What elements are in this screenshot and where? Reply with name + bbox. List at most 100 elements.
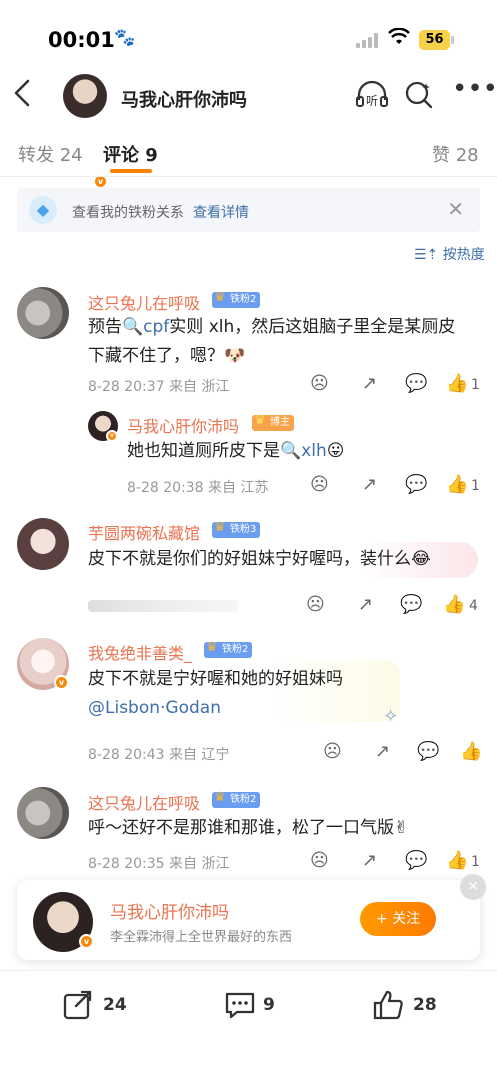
reply-icon[interactable]: 💬	[405, 474, 427, 495]
comment-text: 皮下不就是你们的好姐妹宁好喔吗，装什么😂	[88, 549, 431, 569]
svg-text:听: 听	[366, 94, 378, 108]
share-icon[interactable]: ↗	[362, 850, 377, 871]
author-avatar[interactable]	[63, 74, 107, 118]
commenter-name[interactable]: 我兔绝非善类_	[88, 640, 192, 664]
comment-text: 皮下不就是宁好喔和她的好姐妹吗 @Lisbon·Godan	[88, 665, 343, 723]
like-icon[interactable]: 👍	[446, 850, 468, 871]
bottom-action-bar: 24 9 28	[0, 970, 497, 1080]
dislike-icon[interactable]: ☹	[306, 594, 325, 615]
dislike-icon[interactable]: ☹	[310, 373, 329, 394]
battery-tip	[451, 36, 454, 44]
comment-text: 预告🔍cpf实则 xlh，然后这姐脑子里全是某厕皮下藏不住了，嗯？🐶	[88, 313, 483, 371]
like-icon[interactable]: 👍	[446, 474, 468, 495]
back-arrow-icon[interactable]	[12, 78, 34, 116]
verified-badge-icon: v	[79, 934, 94, 949]
active-tab-indicator	[110, 169, 152, 173]
reply-icon[interactable]: 💬	[405, 850, 427, 871]
verified-badge-icon: v	[54, 675, 69, 690]
search-keyword-link[interactable]: 🔍cpf	[122, 317, 169, 337]
reply-author-name[interactable]: 马我心肝你沛吗	[127, 413, 239, 437]
close-icon[interactable]: ✕	[447, 197, 464, 221]
comment-text-part: 下藏不住了，嗯？🐶	[88, 346, 246, 366]
signal-icon	[356, 32, 382, 48]
keyword: xlh	[301, 441, 327, 461]
reply-icon[interactable]: 💬	[405, 373, 427, 394]
fan-banner-text: 查看我的铁粉关系	[72, 205, 184, 221]
sort-icon: ☰⇡	[414, 247, 443, 263]
comment-count: 9	[263, 995, 275, 1015]
diamond-icon: ◆	[29, 196, 57, 224]
comment-meta: 8-28 20:43 来自 辽宁	[88, 747, 230, 763]
tab-comment[interactable]: 评论 9	[103, 141, 158, 167]
comment-icon[interactable]	[223, 989, 257, 1028]
commenter-avatar[interactable]	[17, 787, 69, 839]
mention-link[interactable]: @Lisbon·Godan	[88, 698, 221, 718]
fan-detail-link[interactable]: 查看详情	[193, 202, 249, 222]
repost-count: 24	[103, 995, 127, 1015]
fan-level-badge: 铁粉2	[212, 790, 261, 808]
nav-bar: v 马我心肝你沛吗 听 •••	[0, 70, 497, 189]
host-badge: 博主	[252, 413, 294, 431]
page-title: 马我心肝你沛吗	[121, 90, 247, 111]
commenter-name[interactable]: 这只兔儿在呼吸	[88, 290, 200, 314]
tab-repost[interactable]: 转发 24	[18, 141, 83, 167]
reply-icon[interactable]: 💬	[400, 594, 422, 615]
commenter-avatar[interactable]	[17, 518, 69, 570]
search-keyword-link[interactable]: 🔍xlh	[280, 441, 327, 461]
like-icon[interactable]	[372, 989, 404, 1028]
repost-icon[interactable]	[62, 989, 94, 1028]
fan-level-badge: 铁粉3	[212, 520, 261, 538]
follow-author-desc: 李全霖沛得上全世界最好的东西	[110, 930, 293, 945]
dislike-icon[interactable]: ☹	[310, 850, 329, 871]
commenter-name[interactable]: 芋圆两碗私藏馆	[88, 520, 200, 544]
battery-indicator: 56	[419, 30, 450, 50]
dislike-icon[interactable]: ☹	[310, 474, 329, 495]
more-icon[interactable]: •••	[452, 74, 497, 104]
like-count: 1	[471, 478, 480, 494]
follow-button[interactable]: + 关注	[360, 902, 436, 936]
sort-by-hot-button[interactable]: ☰⇡ 按热度	[414, 244, 485, 264]
wifi-icon	[388, 27, 410, 51]
verified-badge-icon: v	[106, 430, 118, 442]
like-count: 4	[469, 598, 478, 614]
fan-relation-banner[interactable]: ◆ 查看我的铁粉关系 查看详情 ✕	[17, 188, 480, 232]
status-time: 00:01	[48, 28, 115, 52]
comment-meta: 8-28 20:37 来自 浙江	[88, 379, 230, 395]
like-count: 1	[471, 377, 480, 393]
like-count: 1	[471, 854, 480, 870]
comment-text-part: 皮下不就是宁好喔和她的好姐妹吗	[88, 669, 343, 689]
search-icon[interactable]	[404, 80, 434, 116]
comment-meta: 8-28 20:35 来自 浙江	[88, 856, 230, 872]
commenter-avatar[interactable]	[17, 287, 69, 339]
sparkle-icon: ✧	[383, 706, 399, 727]
emoji: 😛	[326, 441, 345, 461]
fan-level-badge: 铁粉2	[204, 640, 253, 658]
follow-author-name[interactable]: 马我心肝你沛吗	[110, 898, 229, 923]
status-bar: 00:01 🐾 56	[0, 0, 497, 70]
dislike-icon[interactable]: ☹	[323, 741, 342, 762]
reply-icon[interactable]: 💬	[417, 741, 439, 762]
paw-icon: 🐾	[114, 28, 136, 48]
comment-text-part: 预告	[88, 317, 122, 337]
share-icon[interactable]: ↗	[362, 474, 377, 495]
share-icon[interactable]: ↗	[358, 594, 373, 615]
comment-text-part: 实则 xlh，然后这姐脑子里全是某厕皮	[169, 317, 456, 337]
headphone-listen-icon[interactable]: 听	[355, 80, 389, 116]
like-icon[interactable]: 👍	[446, 373, 468, 394]
share-icon[interactable]: ↗	[375, 741, 390, 762]
fan-level-badge: 铁粉2	[212, 290, 261, 308]
like-icon[interactable]: 👍	[460, 741, 482, 762]
comment-text: 呼～还好不是那谁和那谁，松了一口气版✌	[88, 818, 409, 838]
reply-text-part: 她也知道厕所皮下是	[127, 441, 280, 461]
like-count: 28	[413, 995, 437, 1015]
commenter-name[interactable]: 这只兔儿在呼吸	[88, 790, 200, 814]
tab-bar: 转发 24 评论 9 赞 28	[0, 125, 497, 177]
reply-text: 她也知道厕所皮下是🔍xlh😛	[127, 437, 344, 466]
follow-author-card[interactable]: v 马我心肝你沛吗 李全霖沛得上全世界最好的东西 + 关注 ✕	[17, 874, 486, 960]
share-icon[interactable]: ↗	[362, 373, 377, 394]
reply-meta: 8-28 20:38 来自 江苏	[127, 480, 269, 496]
blurred-meta	[88, 600, 238, 612]
tab-like[interactable]: 赞 28	[432, 141, 479, 167]
close-icon[interactable]: ✕	[460, 874, 486, 900]
like-icon[interactable]: 👍	[443, 594, 465, 615]
